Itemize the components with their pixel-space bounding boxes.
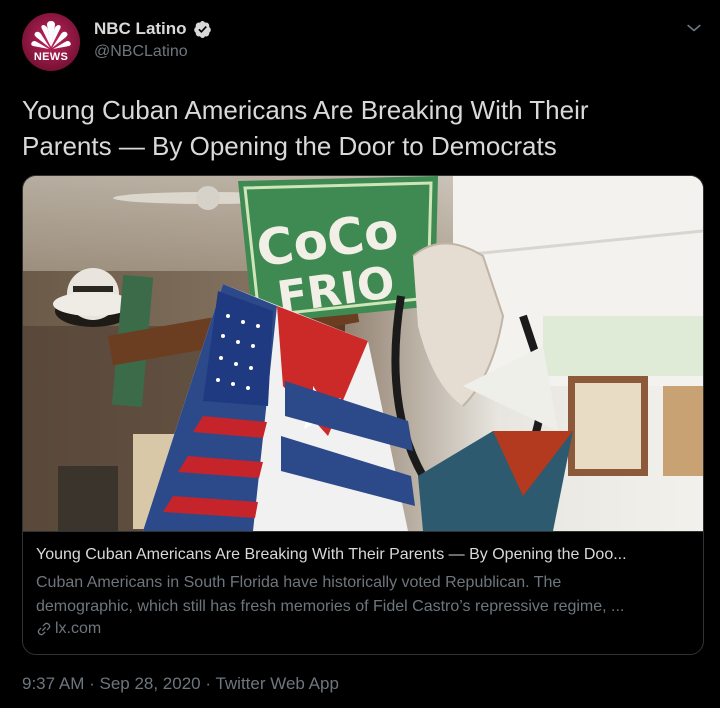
card-description-line: demographic, which still has fresh memor… [36,598,625,615]
card-divider [23,531,703,532]
tweet-date[interactable]: Sep 28, 2020 [99,674,200,693]
footer-separator: · [84,674,100,693]
avatar-news-label: NEWS [33,51,69,63]
tweet-time[interactable]: 9:37 AM [22,674,84,693]
tweet-text-line: Parents — By Opening the Door to Democra… [22,131,557,161]
link-card[interactable]: CoCo FRIO Young Cuban Americans Are Brea… [22,175,704,655]
card-domain[interactable]: lx.com [36,620,101,638]
tweet-text: Young Cuban Americans Are Breaking With … [22,92,662,164]
verified-badge-icon [193,20,211,38]
chevron-down-icon[interactable] [684,18,704,38]
tweet-text-line: Young Cuban Americans Are Breaking With … [22,95,589,125]
tweet: NEWS NBC Latino @NBCLatino Young Cuban A… [0,0,720,708]
card-image[interactable]: CoCo FRIO [23,176,703,531]
card-description: Cuban Americans in South Florida have hi… [36,571,692,619]
tweet-footer: 9:37 AM · Sep 28, 2020 · Twitter Web App [22,674,339,694]
account-handle[interactable]: @NBCLatino [94,43,188,61]
display-name[interactable]: NBC Latino [94,19,212,39]
avatar[interactable]: NEWS [22,13,80,71]
card-photo: CoCo FRIO [23,176,703,531]
footer-separator: · [200,674,216,693]
tweet-source[interactable]: Twitter Web App [215,674,338,693]
link-icon [37,622,51,636]
card-description-line: Cuban Americans in South Florida have hi… [36,574,562,591]
display-name-text: NBC Latino [94,19,187,38]
card-title[interactable]: Young Cuban Americans Are Breaking With … [36,546,692,564]
card-domain-text: lx.com [55,620,102,637]
